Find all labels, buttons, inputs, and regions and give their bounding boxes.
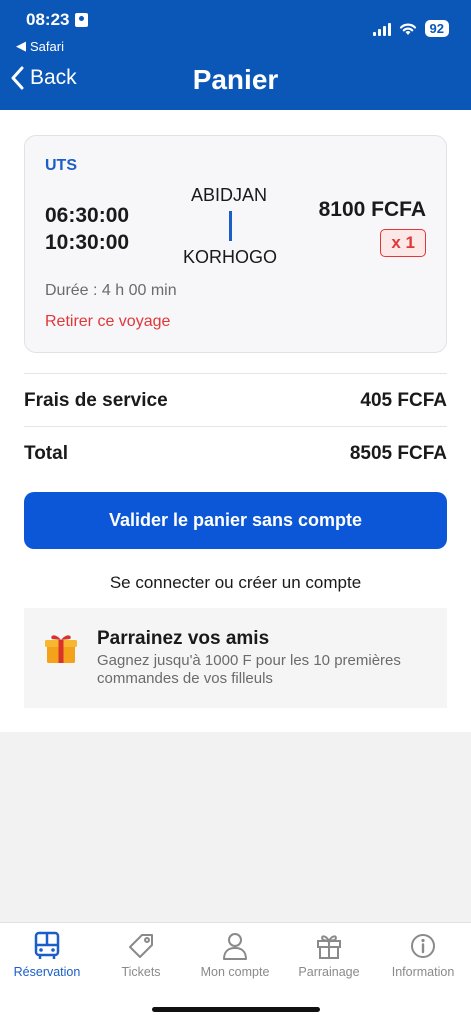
top-bar: 08:23 ◀ Safari 92 Back Panier	[0, 0, 471, 110]
cart-content: UTS 06:30:00 10:30:00 ABIDJAN KORHOGO 81…	[0, 110, 471, 732]
status-back-to-app[interactable]: ◀ Safari	[16, 38, 64, 54]
route-line	[229, 211, 232, 241]
tab-reservation[interactable]: Réservation	[0, 931, 94, 979]
tab-account[interactable]: Mon compte	[188, 931, 282, 979]
referral-title: Parrainez vos amis	[97, 628, 270, 649]
remove-trip-link[interactable]: Retirer ce voyage	[45, 313, 170, 331]
divider	[24, 373, 447, 374]
total-value: 8505 FCFA	[349, 443, 447, 464]
gift-icon	[317, 935, 341, 959]
page-title: Panier	[192, 64, 279, 95]
trip-card: UTS 06:30:00 10:30:00 ABIDJAN KORHOGO 81…	[24, 135, 447, 353]
quantity-badge: x 1	[380, 229, 426, 257]
tag-icon	[129, 934, 153, 958]
contact-badge-icon	[75, 13, 89, 27]
trip-price: 8100 FCFA	[318, 198, 426, 221]
info-icon	[411, 934, 435, 958]
gift-box-icon	[45, 635, 77, 663]
departure-city: ABIDJAN	[190, 185, 268, 205]
service-fee-value: 405 FCFA	[360, 390, 447, 411]
login-or-signup-link[interactable]: Se connecter ou créer un compte	[0, 573, 471, 593]
status-indicators: 92	[372, 20, 449, 37]
divider	[24, 426, 447, 427]
arrival-time: 10:30:00	[45, 231, 130, 254]
validate-cart-button[interactable]: Valider le panier sans compte	[24, 492, 447, 549]
back-triangle-icon: ◀	[16, 38, 26, 53]
referral-banner[interactable]: Parrainez vos amis Gagnez jusqu'à 1000 F…	[24, 608, 447, 708]
departure-time: 06:30:00	[45, 204, 130, 227]
cellular-signal-icon	[372, 22, 391, 36]
bus-icon	[34, 931, 60, 959]
company-name: UTS	[45, 157, 77, 174]
tab-tickets[interactable]: Tickets	[94, 931, 188, 979]
service-fee-label: Frais de service	[24, 390, 168, 411]
status-bar-time: 08:23	[26, 10, 89, 30]
tab-information[interactable]: Information	[376, 931, 470, 979]
trip-duration: Durée : 4 h 00 min	[45, 282, 177, 299]
tab-referral[interactable]: Parrainage	[282, 931, 376, 979]
home-indicator[interactable]	[152, 1007, 320, 1012]
wifi-icon	[399, 23, 416, 35]
total-label: Total	[24, 443, 68, 464]
user-icon	[223, 933, 247, 960]
referral-description: Gagnez jusqu'à 1000 F pour les 10 premiè…	[97, 652, 401, 687]
battery-indicator: 92	[424, 20, 449, 37]
arrival-city: KORHOGO	[182, 247, 277, 267]
trip-times: 06:30:00 10:30:00	[45, 202, 129, 256]
